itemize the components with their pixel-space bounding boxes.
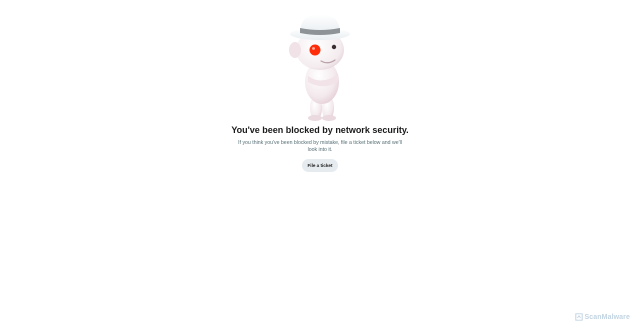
- blocked-message: If you think you've been blocked by mist…: [238, 140, 402, 153]
- watermark-text: ScanMalware: [584, 313, 630, 321]
- file-ticket-button[interactable]: File a ticket: [302, 159, 338, 172]
- page-title: You've been blocked by network security.: [231, 125, 409, 135]
- snoo-mascot-icon: [289, 14, 350, 121]
- watermark: ScanMalware: [574, 313, 630, 321]
- blocked-page: You've been blocked by network security.…: [0, 0, 640, 331]
- scanmalware-logo-icon: [574, 313, 583, 321]
